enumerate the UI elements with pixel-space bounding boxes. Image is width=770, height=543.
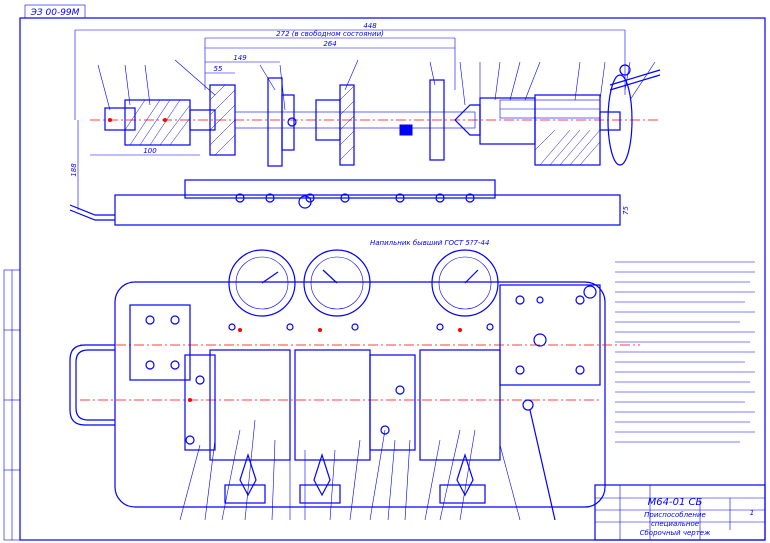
dim-55: 55: [214, 65, 223, 73]
dim-264: 264: [323, 40, 336, 48]
dim-149: 149: [233, 54, 247, 62]
dim-overall: 448: [363, 22, 377, 30]
assembly-drawing: ЭЗ 00-99М 448 272 (в свободном состоянии…: [3, 4, 766, 541]
right-drive: [499, 284, 601, 386]
right-body: [479, 97, 536, 145]
title-name-3: Сборочный чертеж: [640, 529, 711, 537]
drawing-frame: [19, 17, 766, 541]
title-name-2: специальное: [651, 520, 699, 528]
stamp-code: ЭЗ 00-99М: [30, 8, 80, 18]
station-1: [209, 349, 291, 461]
dim-75: 75: [622, 206, 630, 215]
title-name-1: Приспособление: [644, 511, 706, 519]
disc-1: [267, 77, 283, 167]
callout-note: Напильник бывший ГОСТ 5?7-44: [370, 239, 489, 247]
station-2: [294, 349, 371, 461]
lever-2: [313, 453, 331, 497]
base-bolts: [235, 193, 475, 209]
title-sheet: 1: [750, 509, 754, 517]
title-designation: М64-01 СБ: [648, 497, 703, 508]
base-plan: [114, 281, 606, 508]
gauges: [228, 249, 499, 317]
dim-188: 188: [70, 163, 78, 177]
lever-arm: [69, 204, 115, 216]
station-3: [419, 349, 501, 461]
screw-housing: [534, 94, 601, 166]
base-plate: [114, 194, 621, 226]
dim-stroke: 272 (в свободном состоянии): [276, 30, 384, 38]
left-clamp: [129, 304, 191, 381]
dim-100: 100: [143, 147, 157, 155]
tech-requirements: [615, 261, 755, 443]
small-block: [399, 124, 413, 136]
plan-bolts: [145, 285, 597, 445]
